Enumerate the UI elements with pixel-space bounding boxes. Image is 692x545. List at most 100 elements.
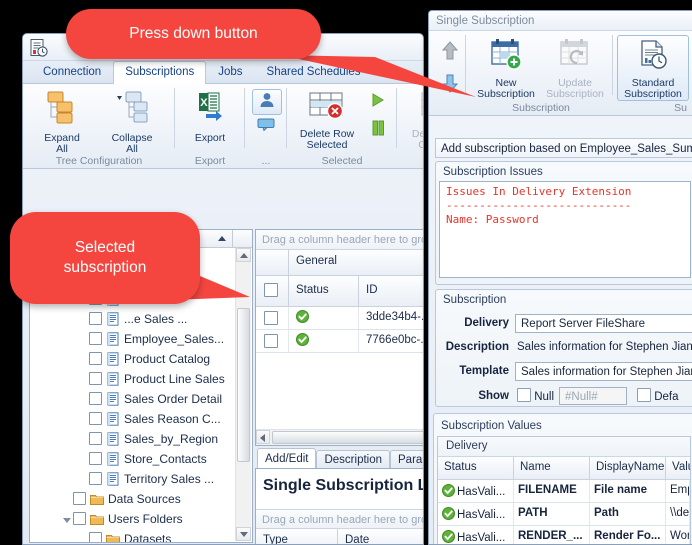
show-default-checkbox-wrap[interactable]: Defa	[637, 388, 679, 403]
show-null-checkbox[interactable]	[517, 388, 531, 402]
ribbon-group-label-tree-configuration: Tree Configuration	[55, 155, 143, 167]
tree-node[interactable]: Product Catalog	[30, 348, 252, 368]
tree-node-checkbox[interactable]	[89, 472, 102, 486]
grid-group-drop-area[interactable]: Drag a column header here to grou	[256, 230, 423, 250]
new-subscription-button[interactable]: New Subscription	[473, 37, 539, 100]
tab-jobs[interactable]: Jobs	[206, 61, 254, 83]
tree-node-checkbox[interactable]	[89, 392, 102, 406]
row-checkbox[interactable]	[264, 311, 278, 325]
standard-subscription-button[interactable]: Standard Subscription	[617, 35, 689, 101]
scroll-down-arrow-icon[interactable]	[236, 527, 251, 541]
report-icon	[106, 332, 120, 346]
status-ok-icon	[442, 507, 455, 520]
export-button[interactable]: X Export	[179, 90, 241, 144]
detail-group-drop-area[interactable]: Drag a column header here to grou	[256, 509, 423, 529]
row-value-cell: Word	[666, 526, 690, 544]
single-subscription-title: Single Subscription	[429, 11, 692, 31]
tab-param[interactable]: Param	[390, 450, 423, 470]
tree-expander-icon[interactable]	[60, 509, 73, 529]
values-col-status[interactable]: Status	[438, 457, 514, 479]
tree-node[interactable]: Employee_Sales...	[30, 328, 252, 348]
subscription-issues-textarea[interactable]: Issues In Delivery Extension -----------…	[439, 181, 691, 278]
update-subscription-button: Update Subscription	[541, 37, 609, 100]
tree-node[interactable]: Territory Sales ...	[30, 468, 252, 488]
values-col-value[interactable]: Value	[666, 457, 690, 479]
detail-panel-title: Single Subscription L	[263, 477, 424, 494]
delivery-value[interactable]: Report Server FileShare	[515, 314, 692, 333]
tree-node[interactable]: Users Folders	[30, 508, 252, 528]
tree-node[interactable]: Sales Reason C...	[30, 408, 252, 428]
comment-button[interactable]	[252, 117, 280, 136]
user-button[interactable]	[252, 89, 282, 115]
expand-all-button[interactable]: Expand All	[31, 90, 93, 155]
subscriptions-grid-panel: Drag a column header here to grou Genera…	[255, 229, 423, 446]
ribbon-group-label-subscription: Subscription	[512, 102, 570, 114]
table-row[interactable]: 7766e0bc-...	[256, 330, 423, 353]
detail-tab-body: Single Subscription L Drag a column head…	[255, 468, 424, 544]
show-default-label: Defa	[654, 391, 679, 403]
tab-description[interactable]: Description	[316, 450, 391, 470]
grid-select-all-cell[interactable]	[256, 276, 289, 306]
description-label: Description	[445, 341, 509, 353]
tree-node-checkbox[interactable]	[73, 492, 86, 506]
tree-node-checkbox[interactable]	[73, 512, 86, 526]
grid-header-row: Status ID	[256, 276, 423, 307]
collapse-all-button[interactable]: Collapse All	[99, 90, 165, 155]
callout-tail-1	[280, 55, 476, 97]
scrollbar-thumb[interactable]	[237, 308, 250, 462]
tree-node-checkbox[interactable]	[89, 452, 102, 466]
values-col-displayname[interactable]: DisplayName	[590, 457, 666, 479]
tree-node[interactable]: Sales_by_Region	[30, 428, 252, 448]
table-row[interactable]: HasVali...RENDER_...Render Fo...Word	[438, 526, 690, 544]
tree-node-checkbox[interactable]	[89, 372, 102, 386]
show-label: Show	[478, 390, 509, 402]
row-checkbox[interactable]	[264, 334, 278, 348]
update-subscription-label-line2: Subscription	[546, 88, 604, 100]
row-name-cell: FILENAME	[514, 480, 590, 502]
tab-connection[interactable]: Connection	[31, 61, 113, 83]
tree-node[interactable]: Product Line Sales	[30, 368, 252, 388]
tree-node[interactable]: Store_Contacts	[30, 448, 252, 468]
description-value: Sales information for Stephen Jiang	[517, 341, 692, 353]
template-value[interactable]: Sales information for Stephen Jiang	[515, 362, 692, 381]
standard-subscription-label-line2: Subscription	[624, 88, 682, 100]
new-subscription-icon	[473, 37, 539, 76]
tree-node-checkbox[interactable]	[89, 332, 102, 346]
select-all-checkbox[interactable]	[264, 283, 278, 297]
table-row[interactable]: HasVali...FILENAMEFile nameEmplo	[438, 480, 690, 503]
tree-node-label: Product Catalog	[124, 351, 211, 366]
tree-node[interactable]: ...e Sales ...	[30, 308, 252, 328]
grid-col-status[interactable]: Status	[289, 276, 359, 306]
tree-node-checkbox[interactable]	[89, 412, 102, 426]
grid-band-spacer	[256, 250, 289, 275]
folder-icon	[106, 532, 120, 542]
show-null-label: Null	[534, 391, 555, 403]
tree-node-checkbox[interactable]	[89, 432, 102, 446]
tree-node[interactable]: Sales Order Detail	[30, 388, 252, 408]
callout-bubble-1: Press down button	[66, 9, 321, 59]
tree-node[interactable]: Data Sources	[30, 488, 252, 508]
grid-horizontal-scrollbar[interactable]	[256, 429, 423, 445]
standard-subscription-icon	[618, 39, 688, 76]
pause-button[interactable]	[367, 120, 389, 139]
scroll-left-arrow-icon[interactable]	[256, 430, 270, 444]
show-default-checkbox[interactable]	[637, 388, 651, 402]
show-null-checkbox-wrap[interactable]: Null	[517, 388, 554, 403]
tree-node-checkbox[interactable]	[89, 532, 102, 542]
scrollbar-thumb[interactable]	[272, 431, 423, 444]
tree-node-checkbox[interactable]	[89, 312, 102, 326]
row-checkbox-cell[interactable]	[256, 307, 289, 329]
tab-subscriptions[interactable]: Subscriptions	[113, 61, 207, 84]
table-row[interactable]: 3dde34b4-...	[256, 307, 423, 330]
values-col-name[interactable]: Name	[514, 457, 590, 479]
row-checkbox-cell[interactable]	[256, 330, 289, 352]
null-value-input[interactable]: #Null#	[559, 387, 627, 405]
tree-node-checkbox[interactable]	[89, 352, 102, 366]
collapse-all-label-line2: All	[126, 143, 138, 155]
grid-col-id[interactable]: ID	[359, 276, 423, 306]
tree-node[interactable]: Datasets	[30, 528, 252, 542]
tab-add-edit[interactable]: Add/Edit	[257, 448, 317, 470]
expand-all-label-line2: All	[56, 143, 68, 155]
delivery-sub-tab[interactable]: Delivery	[438, 437, 690, 457]
table-row[interactable]: HasVali...PATHPath\\defa	[438, 503, 690, 526]
